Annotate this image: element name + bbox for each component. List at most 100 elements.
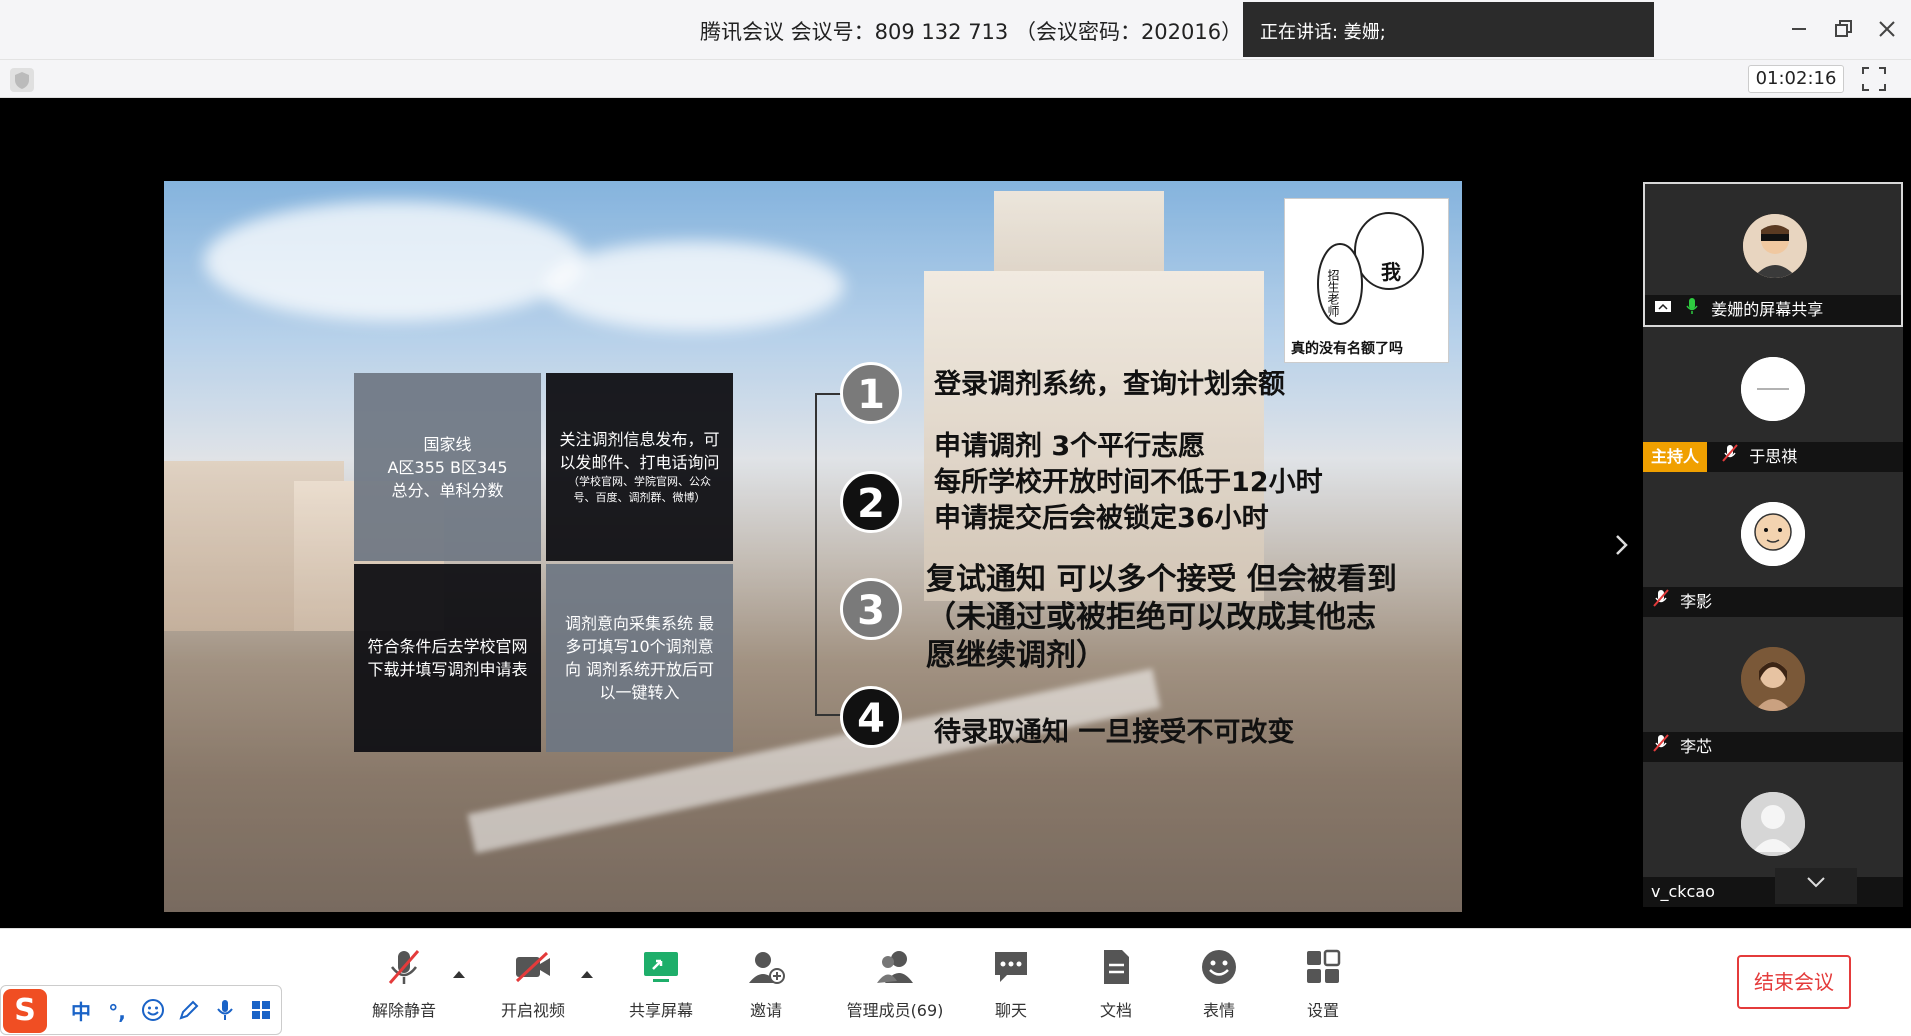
- step-2-text: 申请调剂 3个平行志愿 每所学校开放时间不低于12小时 申请提交后会被锁定36小…: [934, 429, 1323, 537]
- step-line: 愿继续调剂）: [926, 638, 1106, 673]
- meme-figure-icon: 我 招生老师: [1317, 212, 1424, 325]
- pen-icon: [179, 1000, 199, 1020]
- participant-label: 李芯: [1643, 732, 1903, 762]
- restore-button[interactable]: [1828, 14, 1858, 44]
- share-screen-button[interactable]: 共享屏幕: [606, 947, 716, 1021]
- meeting-window: 腾讯会议 会议号：809 132 713 （会议密码：202016） 正在讲话:…: [0, 0, 1911, 1036]
- unmute-button[interactable]: 解除静音: [349, 947, 459, 1021]
- avatar: [1741, 792, 1805, 856]
- audio-options-caret[interactable]: [452, 967, 466, 981]
- fullscreen-button[interactable]: [1860, 65, 1888, 93]
- participant-tile[interactable]: 姜姗的屏幕共享: [1643, 182, 1903, 327]
- members-icon: [877, 951, 913, 983]
- step-number-3: 3: [840, 578, 902, 640]
- status-bar: 01:02:16: [0, 60, 1911, 98]
- caret-up-icon: [453, 971, 465, 978]
- default-user-avatar-icon: [1741, 792, 1805, 856]
- step-bracket: [815, 394, 875, 716]
- participant-label: 李影: [1643, 587, 1903, 617]
- manage-members-button[interactable]: 管理成员(69): [830, 947, 960, 1021]
- participant-label: v_ckcao: [1643, 877, 1903, 907]
- emoji-icon: [142, 999, 164, 1021]
- end-meeting-button[interactable]: 结束会议: [1737, 955, 1851, 1009]
- ime-voice-button[interactable]: [211, 998, 239, 1026]
- close-icon: [1879, 21, 1895, 37]
- security-shield-icon[interactable]: [10, 68, 34, 92]
- ime-mode-toggle[interactable]: 中: [67, 998, 95, 1026]
- photo-avatar-icon: [1741, 647, 1805, 711]
- step-line: 申请提交后会被锁定36小时: [934, 503, 1269, 534]
- participant-name: 于思祺: [1749, 447, 1798, 466]
- share-screen-icon: [644, 952, 678, 982]
- video-options-caret[interactable]: [580, 967, 594, 981]
- mic-muted-icon: [1651, 732, 1671, 762]
- participant-name: v_ckcao: [1651, 882, 1715, 901]
- caret-up-icon: [581, 971, 593, 978]
- sogou-logo-icon[interactable]: S: [3, 989, 47, 1033]
- sticker-side-text: 招生老师: [1326, 269, 1340, 317]
- avatar: [1741, 357, 1805, 421]
- chat-icon: [995, 952, 1027, 982]
- minimize-icon: [1792, 28, 1806, 30]
- reactions-button[interactable]: 表情: [1164, 947, 1274, 1021]
- close-button[interactable]: [1872, 14, 1902, 44]
- mic-muted-icon: [1720, 442, 1740, 472]
- start-video-button[interactable]: 开启视频: [478, 947, 588, 1021]
- add-user-icon: [749, 952, 785, 984]
- title-bar: 腾讯会议 会议号：809 132 713 （会议密码：202016） 正在讲话:…: [0, 0, 1911, 60]
- participant-panel: 姜姗的屏幕共享 主持人 于思祺 李影 李芯 v_ckcao: [1643, 182, 1903, 908]
- logo-avatar-icon: [1741, 357, 1805, 421]
- info-box-intent-system: 调剂意向采集系统 最多可填写10个调剂意向 调剂系统开放后可以一键转入: [546, 564, 733, 752]
- restore-icon: [1835, 20, 1852, 37]
- settings-grid-icon: [1307, 949, 1341, 983]
- document-icon: [1104, 950, 1129, 984]
- step-line: （未通过或被拒绝可以改成其他志: [926, 600, 1376, 635]
- chat-button[interactable]: 聊天: [956, 947, 1066, 1021]
- collapse-panel-button[interactable]: [1775, 868, 1857, 904]
- participant-name: 姜姗的屏幕共享: [1711, 300, 1824, 319]
- ime-punctuation-toggle[interactable]: °,: [103, 998, 131, 1026]
- microphone-icon: [217, 1000, 233, 1020]
- minimize-button[interactable]: [1784, 14, 1814, 44]
- info-box-note: （学校官网、学院官网、公众号、百度、调剂群、微博）: [568, 475, 711, 504]
- participant-label: 姜姗的屏幕共享: [1645, 295, 1901, 325]
- ime-tools-button[interactable]: [247, 998, 275, 1026]
- meeting-title: 腾讯会议 会议号：809 132 713 （会议密码：202016）: [700, 20, 1243, 44]
- participant-label: 主持人 于思祺: [1643, 442, 1903, 472]
- cartoon-face-avatar-icon: [1741, 502, 1805, 566]
- host-badge: 主持人: [1643, 442, 1708, 472]
- step-3-text: 复试通知 可以多个接受 但会被看到 （未通过或被拒绝可以改成其他志 愿继续调剂）: [926, 561, 1397, 675]
- step-4-text: 待录取通知 一旦接受不可改变: [934, 715, 1294, 751]
- step-1-text: 登录调剂系统，查询计划余额: [934, 367, 1285, 403]
- avatar: [1741, 502, 1805, 566]
- participant-tile[interactable]: 李影: [1643, 472, 1903, 617]
- step-line: 登录调剂系统，查询计划余额: [934, 369, 1285, 400]
- step-number-4: 4: [840, 686, 902, 748]
- step-number-2: 2: [840, 471, 902, 533]
- shield-icon: [15, 72, 29, 89]
- info-box-apply-form: 符合条件后去学校官网下载并填写调剂申请表: [354, 564, 541, 752]
- bottom-toolbar: 解除静音 开启视频 共享屏幕 邀请 管理成员(69) 聊天 文档 表情 设置 结…: [0, 928, 1911, 1036]
- next-page-arrow[interactable]: [1612, 530, 1632, 560]
- documents-label: 文档: [1099, 1001, 1132, 1020]
- step-line: 每所学校开放时间不低于12小时: [934, 467, 1323, 498]
- participant-tile[interactable]: v_ckcao: [1643, 762, 1903, 907]
- step-line: 复试通知 可以多个接受 但会被看到: [926, 562, 1397, 597]
- participant-name: 李芯: [1680, 737, 1713, 756]
- chevron-right-icon: [1616, 535, 1628, 555]
- documents-button[interactable]: 文档: [1061, 947, 1171, 1021]
- participant-tile[interactable]: 主持人 于思祺: [1643, 327, 1903, 472]
- mic-on-icon: [1682, 295, 1702, 325]
- avatar: [1743, 214, 1807, 278]
- ime-handwrite-button[interactable]: [175, 998, 203, 1026]
- settings-button[interactable]: 设置: [1268, 947, 1378, 1021]
- settings-label: 设置: [1306, 1001, 1339, 1020]
- manage-members-label: 管理成员(69): [846, 1001, 944, 1020]
- sticker-word: 我: [1381, 260, 1401, 284]
- mic-muted-icon: [388, 950, 420, 984]
- invite-button[interactable]: 邀请: [711, 947, 821, 1021]
- video-off-icon: [515, 951, 550, 983]
- ime-emoji-button[interactable]: [139, 998, 167, 1026]
- participant-tile[interactable]: 李芯: [1643, 617, 1903, 762]
- cartoon-avatar-icon: [1743, 214, 1807, 278]
